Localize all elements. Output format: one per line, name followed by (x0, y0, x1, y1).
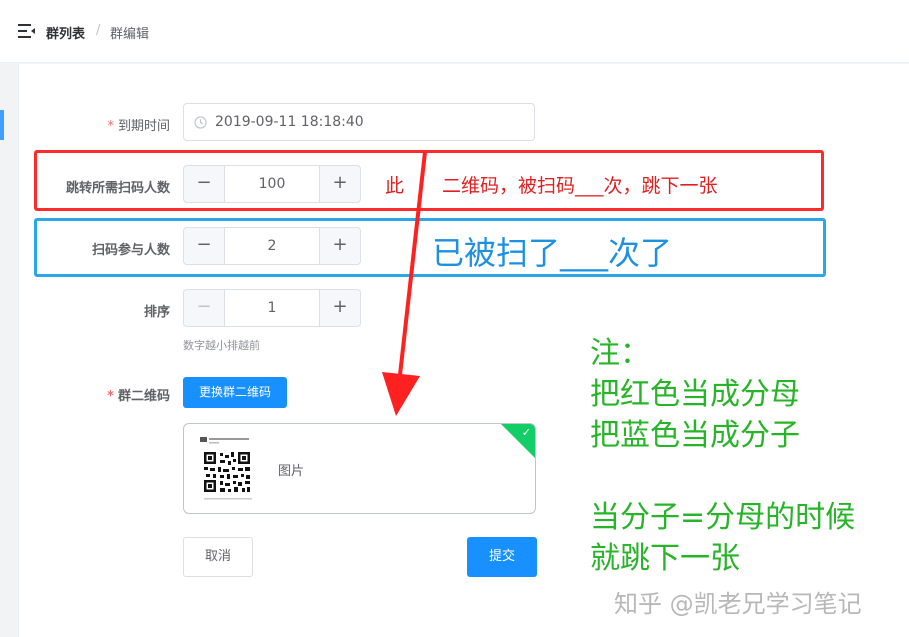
required-mark: * (107, 389, 114, 404)
sort-hint: 数字越小排越前 (183, 339, 260, 352)
menu-fold-icon[interactable] (18, 24, 36, 38)
sort-decrement[interactable]: − (184, 290, 225, 326)
submit-button[interactable]: 提交 (467, 537, 537, 577)
qr-upload-item[interactable]: 图片 ✓ (183, 423, 536, 514)
red-arrow-icon (382, 151, 427, 416)
sort-increment[interactable]: + (319, 290, 360, 326)
note-line-1: 注： (590, 336, 650, 371)
sort-value[interactable]: 1 (224, 290, 320, 326)
cancel-button[interactable]: 取消 (183, 537, 253, 577)
group-qr-label: * 群二维码 (107, 389, 170, 404)
breadcrumb-separator: / (96, 23, 101, 38)
sort-stepper[interactable]: − 1 + (183, 289, 361, 327)
breadcrumb-group-list[interactable]: 群列表 (46, 23, 85, 42)
expire-time-picker[interactable]: 2019-09-11 18:18:40 (183, 103, 535, 141)
clock-icon (194, 116, 207, 129)
check-icon: ✓ (521, 426, 531, 439)
expire-time-label: * 到期时间 (107, 119, 170, 134)
sidebar-active-indicator (0, 110, 4, 140)
image-label: 图片 (278, 464, 305, 479)
blue-annotation-text: 已被扫了___次了 (432, 234, 673, 272)
breadcrumb-group-edit: 群编辑 (110, 27, 150, 42)
expire-time-value: 2019-09-11 18:18:40 (215, 114, 364, 130)
note-line-5: 当分子=分母的时候 (590, 500, 856, 535)
note-line-2: 把红色当成分母 (590, 377, 800, 412)
top-bar: 群列表 / 群编辑 (0, 0, 909, 63)
required-mark: * (107, 119, 114, 134)
note-line-3: 把蓝色当成分子 (590, 418, 800, 453)
change-qr-button[interactable]: 更换群二维码 (183, 377, 287, 408)
qr-code-thumbnail (198, 434, 258, 504)
watermark: 知乎 @凯老兄学习笔记 (614, 590, 862, 618)
sort-label: 排序 (143, 305, 170, 320)
note-line-6: 就跳下一张 (590, 541, 740, 576)
red-annotation-right: 二维码，被扫码___次，跳下一张 (442, 175, 718, 197)
